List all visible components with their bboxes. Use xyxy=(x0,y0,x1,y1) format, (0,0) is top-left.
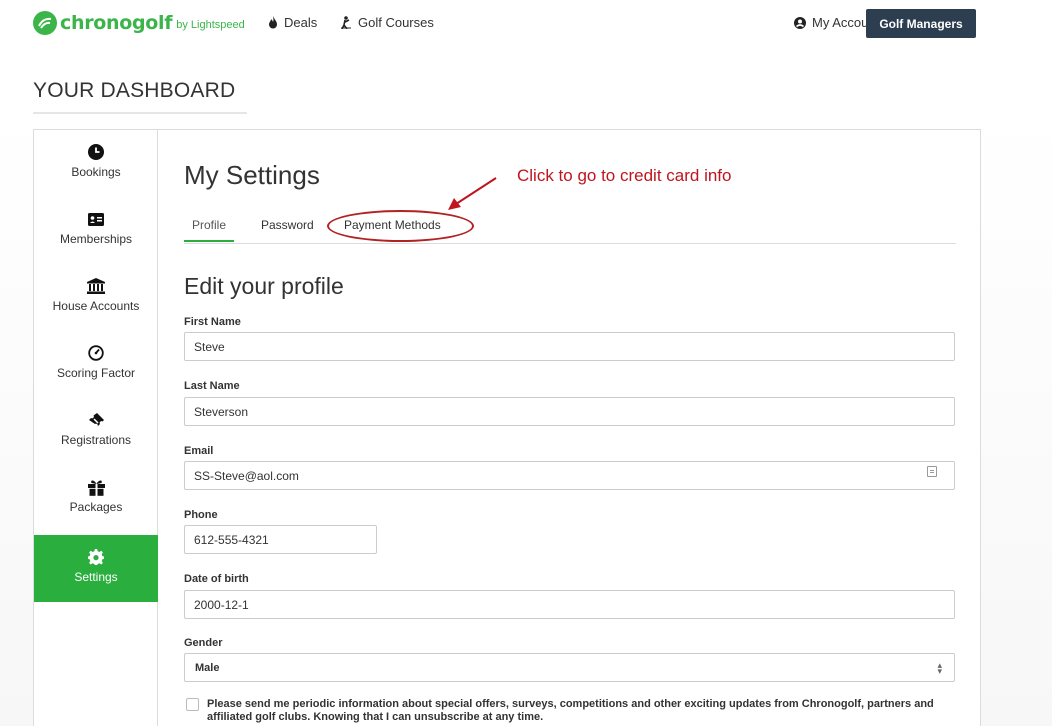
user-circle-icon xyxy=(794,16,806,29)
bank-icon xyxy=(87,276,105,296)
sidebar: Bookings Memberships House Accounts Scor… xyxy=(34,130,158,726)
sidebar-item-label: Registrations xyxy=(60,433,132,447)
nav-deals-label: Deals xyxy=(284,15,318,30)
tab-payment-methods[interactable]: Payment Methods xyxy=(344,218,441,240)
golf-managers-button[interactable]: Golf Managers xyxy=(866,9,976,38)
sidebar-item-label: Settings xyxy=(74,570,118,584)
dashboard-title-underline xyxy=(33,112,247,114)
sidebar-item-label: House Accounts xyxy=(52,299,140,313)
gender-selected-value: Male xyxy=(195,661,220,674)
first-name-label: First Name xyxy=(184,316,241,328)
sidebar-item-scoring-factor[interactable]: Scoring Factor xyxy=(34,331,158,398)
settings-title: My Settings xyxy=(184,160,320,190)
edit-profile-title: Edit your profile xyxy=(184,273,344,299)
tab-profile[interactable]: Profile xyxy=(184,218,234,242)
sidebar-item-label: Memberships xyxy=(59,232,133,246)
contact-card-icon[interactable] xyxy=(927,466,937,477)
last-name-label: Last Name xyxy=(184,380,240,392)
phone-label: Phone xyxy=(184,509,218,521)
settings-content: My Settings Click to go to credit card i… xyxy=(184,130,956,726)
dashboard-card: Bookings Memberships House Accounts Scor… xyxy=(33,129,981,726)
gauge-icon xyxy=(88,343,104,363)
nav-deals-link[interactable]: Deals xyxy=(268,15,317,30)
newsletter-checkbox[interactable] xyxy=(186,698,199,711)
fire-icon xyxy=(268,16,278,29)
sidebar-item-house-accounts[interactable]: House Accounts xyxy=(34,264,158,331)
golfer-icon xyxy=(340,16,352,29)
date-of-birth-input[interactable] xyxy=(184,590,955,619)
gender-select[interactable]: Male ▴ ▾ xyxy=(184,653,955,682)
gear-icon xyxy=(88,547,104,567)
id-card-icon xyxy=(88,209,104,229)
tab-password[interactable]: Password xyxy=(261,218,314,240)
sidebar-item-label: Scoring Factor xyxy=(56,366,136,380)
nav-golf-courses-link[interactable]: Golf Courses xyxy=(340,15,434,30)
first-name-input[interactable] xyxy=(184,332,955,361)
annotation-arrow-icon xyxy=(448,177,497,210)
clock-icon xyxy=(88,142,104,162)
email-input[interactable] xyxy=(184,461,955,490)
top-nav: chronogolf by Lightspeed Deals Golf Cour… xyxy=(0,0,1052,48)
nav-golf-courses-label: Golf Courses xyxy=(358,15,434,30)
select-arrows-icon: ▴ ▾ xyxy=(937,660,942,676)
settings-tabs: Profile Password Payment Methods xyxy=(184,212,956,244)
sidebar-item-bookings[interactable]: Bookings xyxy=(34,130,158,197)
sidebar-item-settings[interactable]: Settings xyxy=(34,535,158,602)
sidebar-item-label: Packages xyxy=(69,500,123,514)
chronogolf-logo-icon xyxy=(33,11,57,35)
email-label: Email xyxy=(184,445,214,457)
gender-label: Gender xyxy=(184,637,223,649)
phone-input[interactable] xyxy=(184,525,377,554)
brand-by-lightspeed: by Lightspeed xyxy=(176,19,245,31)
last-name-input[interactable] xyxy=(184,397,955,426)
annotation-text: Click to go to credit card info xyxy=(517,166,732,185)
brand-logo-link[interactable]: chronogolf by Lightspeed xyxy=(33,10,245,36)
sidebar-item-memberships[interactable]: Memberships xyxy=(34,197,158,264)
gift-icon xyxy=(87,477,105,497)
newsletter-consent-text: Please send me periodic information abou… xyxy=(207,698,934,723)
ticket-icon xyxy=(88,410,105,430)
date-of-birth-label: Date of birth xyxy=(184,573,249,585)
sidebar-item-registrations[interactable]: Registrations xyxy=(34,398,158,465)
sidebar-item-packages[interactable]: Packages xyxy=(34,465,158,532)
sidebar-item-label: Bookings xyxy=(71,165,121,179)
brand-name: chronogolf xyxy=(60,12,173,34)
dashboard-title: YOUR DASHBOARD xyxy=(33,79,236,102)
